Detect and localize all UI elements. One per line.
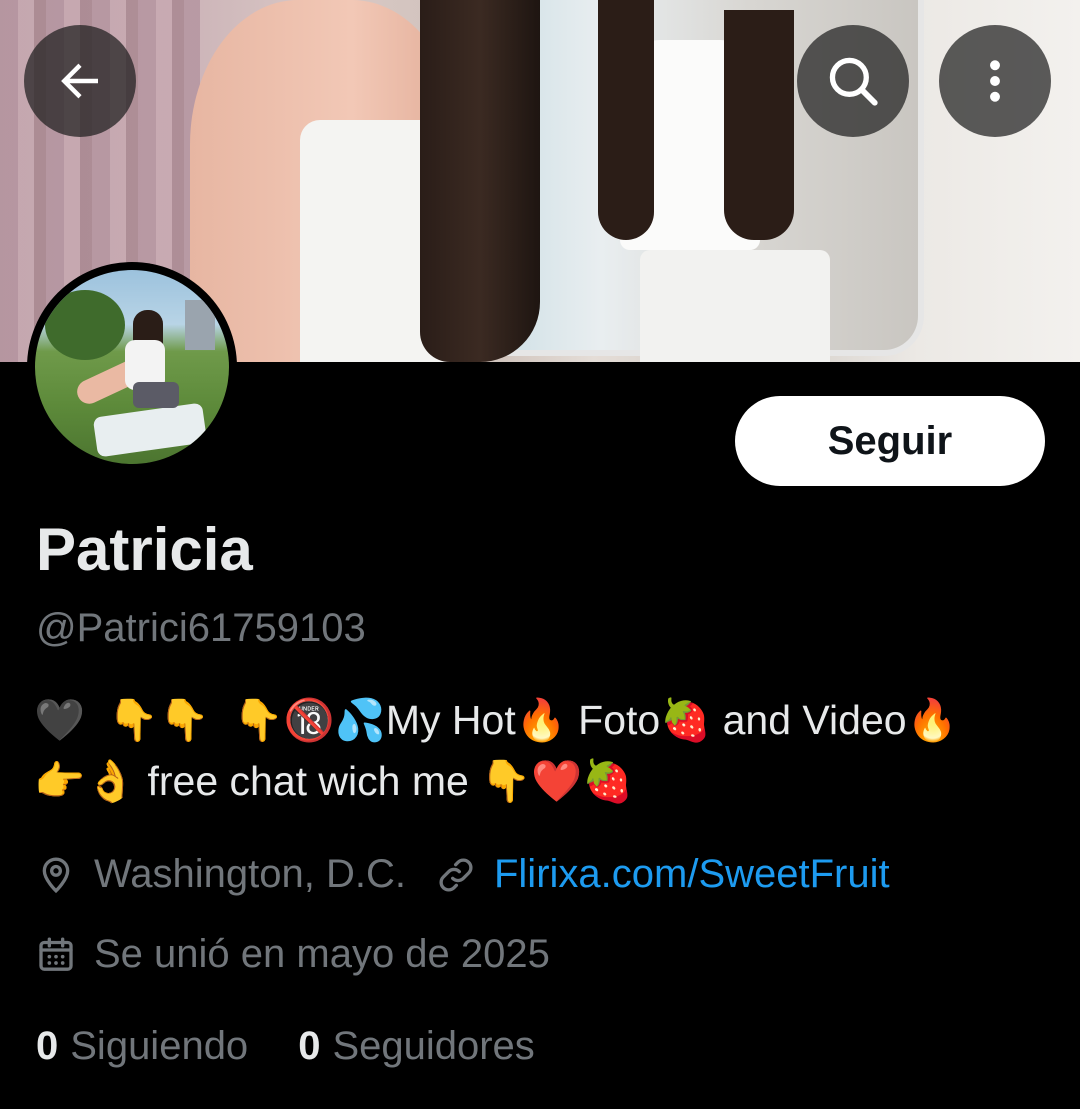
- avatar-image: [35, 270, 229, 464]
- avatar-blanket: [92, 402, 208, 458]
- following-count: 0: [36, 1024, 59, 1068]
- profile-name: Patricia: [36, 516, 253, 583]
- profile-website-link[interactable]: Flirixa.com/SweetFruit: [494, 852, 890, 897]
- avatar-building: [185, 300, 215, 350]
- search-button[interactable]: [797, 25, 909, 137]
- search-icon: [829, 57, 878, 106]
- followers-count: 0: [298, 1024, 321, 1068]
- map-pin-icon: [42, 856, 70, 893]
- more-vertical-icon: [990, 60, 1000, 102]
- banner-reflection-skirt: [640, 250, 830, 362]
- avatar[interactable]: [27, 262, 237, 472]
- profile-location-row: Washington, D.C. Flirixa.com/SweetFruit: [36, 852, 890, 897]
- arrow-left-icon: [61, 63, 98, 99]
- profile-location: Washington, D.C.: [94, 852, 406, 896]
- following-label: Siguiendo: [70, 1024, 249, 1068]
- profile-joined-date: Se unió en mayo de 2025: [94, 932, 550, 976]
- more-options-button[interactable]: [939, 25, 1051, 137]
- back-button[interactable]: [24, 25, 136, 137]
- profile-joined-row: Se unió en mayo de 2025: [36, 932, 550, 977]
- followers-link[interactable]: 0 Seguidores: [298, 1024, 535, 1069]
- follow-stats: 0 Siguiendo 0 Seguidores: [36, 1024, 535, 1069]
- banner-reflection-hair-left: [598, 0, 654, 240]
- banner-reflection-hair-right: [724, 10, 794, 240]
- profile-handle: @Patrici61759103: [36, 606, 366, 650]
- banner-figure-hair: [420, 0, 540, 362]
- follow-button[interactable]: Seguir: [735, 396, 1045, 486]
- link-icon: [439, 857, 473, 892]
- calendar-icon: [39, 937, 73, 971]
- avatar-tree: [45, 290, 125, 360]
- following-link[interactable]: 0 Siguiendo: [36, 1024, 248, 1069]
- profile-bio: 🖤 👇👇 👇🔞💦My Hot🔥 Foto🍓 and Video🔥 👉👌 free…: [34, 697, 958, 804]
- followers-label: Seguidores: [332, 1024, 535, 1068]
- avatar-figure-skirt: [133, 382, 179, 408]
